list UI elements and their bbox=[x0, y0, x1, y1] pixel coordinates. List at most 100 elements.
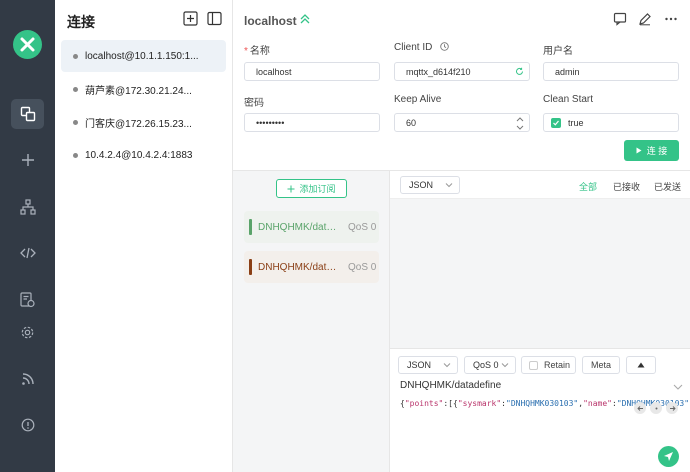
status-dot bbox=[73, 152, 78, 158]
new-connection-icon[interactable] bbox=[11, 145, 44, 175]
script-code-icon[interactable] bbox=[11, 238, 44, 268]
refresh-icon[interactable] bbox=[515, 67, 524, 78]
chevron-down-icon bbox=[501, 361, 509, 371]
retain-label: Retain bbox=[544, 360, 571, 370]
publish-topic-input[interactable]: DNHQHMK/datadefine bbox=[400, 380, 501, 391]
history-forward-icon[interactable] bbox=[666, 402, 678, 414]
subscription-topic: DNHQHMK/datadefine bbox=[258, 261, 340, 273]
payload-format-select[interactable]: JSON bbox=[398, 356, 458, 374]
connection-item[interactable]: 门客庆@172.26.15.23... bbox=[61, 106, 226, 138]
message-format-select[interactable]: JSON bbox=[400, 176, 460, 194]
subscriptions-pane: 添加订阅 DNHQHMK/datadefine QoS 0 DNHQHMK/da… bbox=[233, 170, 390, 472]
messages-toolbar: JSON 全部 已接收 已发送 bbox=[390, 171, 690, 199]
client-id-value: mqttx_d614f210 bbox=[406, 66, 471, 77]
app-logo-icon bbox=[13, 30, 42, 59]
filter-sent-tab[interactable]: 已发送 bbox=[654, 180, 681, 193]
chevron-down-icon bbox=[443, 361, 451, 371]
retain-checkbox[interactable] bbox=[529, 360, 538, 370]
status-dot bbox=[73, 86, 78, 92]
feed-icon[interactable] bbox=[11, 364, 44, 394]
filter-all-tab[interactable]: 全部 bbox=[579, 180, 597, 193]
connection-item[interactable]: localhost@10.1.1.150:1... bbox=[61, 40, 226, 72]
settings-gear-icon[interactable] bbox=[11, 317, 44, 347]
qos-value: QoS 0 bbox=[473, 360, 499, 370]
clean-start-label: Clean Start bbox=[543, 94, 594, 105]
send-icon bbox=[664, 452, 673, 461]
collapse-chevron-up-icon[interactable] bbox=[299, 13, 311, 28]
name-field-label: * 名称 bbox=[244, 46, 270, 57]
connections-list-panel: 连接 localhost@10.1.1.150:1... 葫芦素@172.30.… bbox=[55, 0, 233, 472]
add-subscription-label: 添加订阅 bbox=[299, 184, 336, 194]
qos-select[interactable]: QoS 0 bbox=[464, 356, 516, 374]
history-reset-icon[interactable] bbox=[650, 402, 662, 414]
messages-pane: JSON 全部 已接收 已发送 bbox=[390, 170, 690, 348]
keep-alive-input[interactable]: 60 bbox=[394, 113, 530, 132]
message-composer: JSON QoS 0 Retain Meta DNHQHMK/datadefin… bbox=[390, 348, 690, 472]
connection-item[interactable]: 10.4.2.4@10.4.2.4:1883 bbox=[61, 139, 226, 171]
info-clock-icon bbox=[440, 42, 449, 54]
status-dot bbox=[73, 119, 78, 125]
subscription-item[interactable]: DNHQHMK/datadefine QoS 0 bbox=[244, 211, 379, 243]
connection-label: 10.4.2.4@10.4.2.4:1883 bbox=[85, 149, 193, 161]
checkbox-checked-icon[interactable] bbox=[551, 117, 561, 128]
filter-received-tab[interactable]: 已接收 bbox=[613, 180, 640, 193]
connection-title: localhost bbox=[244, 14, 297, 28]
connection-label: localhost@10.1.1.150:1... bbox=[85, 50, 199, 62]
toggle-sidebar-icon[interactable] bbox=[207, 11, 223, 27]
message-format-value: JSON bbox=[409, 180, 434, 190]
connection-item[interactable]: 葫芦素@172.30.21.24... bbox=[61, 73, 226, 105]
connection-header: localhost bbox=[233, 0, 690, 38]
name-input[interactable]: localhost bbox=[244, 62, 380, 81]
topology-icon[interactable] bbox=[11, 192, 44, 222]
connection-label: 葫芦素@172.30.21.24... bbox=[85, 85, 192, 97]
username-label: 用户名 bbox=[543, 46, 573, 57]
password-label: 密码 bbox=[244, 98, 264, 109]
subscription-color-bar bbox=[249, 259, 252, 275]
icon-rail bbox=[0, 0, 55, 472]
main-panel: localhost * 名称 localhost Client ID mqttx_… bbox=[233, 0, 690, 472]
stepper-down-icon[interactable] bbox=[516, 123, 524, 133]
log-icon[interactable] bbox=[11, 285, 44, 315]
clean-start-field[interactable]: true bbox=[543, 113, 679, 132]
new-connection-plus-icon[interactable] bbox=[183, 11, 199, 27]
connect-button[interactable]: 连 接 bbox=[624, 140, 679, 161]
payload-punct: :[{ bbox=[443, 399, 458, 408]
password-input[interactable]: ••••••••• bbox=[244, 113, 380, 132]
meta-button[interactable]: Meta bbox=[582, 356, 620, 374]
keep-alive-label: Keep Alive bbox=[394, 94, 442, 105]
client-id-input[interactable]: mqttx_d614f210 bbox=[394, 62, 530, 81]
payload-key: "sysmark" bbox=[457, 399, 502, 408]
retain-toggle[interactable]: Retain bbox=[521, 356, 576, 374]
payload-key: "points" bbox=[404, 399, 444, 408]
chevron-down-icon bbox=[445, 181, 453, 191]
payload-format-value: JSON bbox=[407, 360, 432, 370]
connections-title: 连接 bbox=[67, 14, 95, 30]
edit-pencil-icon[interactable] bbox=[638, 12, 652, 29]
keep-alive-value: 60 bbox=[406, 117, 417, 128]
history-back-icon[interactable] bbox=[634, 402, 646, 414]
plus-icon bbox=[287, 185, 295, 192]
chat-bubble-icon[interactable] bbox=[613, 12, 627, 29]
payload-key: "name" bbox=[583, 399, 612, 408]
more-options-icon[interactable] bbox=[664, 12, 678, 29]
payload-string: "DNHQHMK030103" bbox=[506, 399, 579, 408]
subscription-item[interactable]: DNHQHMK/datadefine QoS 0 bbox=[244, 251, 379, 283]
subscription-qos: QoS 0 bbox=[348, 261, 377, 273]
expand-up-button[interactable] bbox=[626, 356, 656, 374]
subscription-topic: DNHQHMK/datadefine bbox=[258, 221, 340, 233]
username-input[interactable]: admin bbox=[543, 62, 679, 81]
triangle-up-icon bbox=[637, 362, 645, 368]
send-button[interactable] bbox=[658, 446, 679, 467]
clean-start-value: true bbox=[568, 117, 584, 128]
status-dot bbox=[73, 53, 78, 59]
client-id-label: Client ID bbox=[394, 42, 449, 54]
subscription-qos: QoS 0 bbox=[348, 221, 377, 233]
connections-icon[interactable] bbox=[11, 99, 44, 129]
topic-chevron-down-icon[interactable] bbox=[673, 383, 683, 394]
connect-label: 连 接 bbox=[646, 146, 668, 156]
add-subscription-button[interactable]: 添加订阅 bbox=[276, 179, 347, 198]
about-info-icon[interactable] bbox=[11, 410, 44, 440]
subscription-color-bar bbox=[249, 219, 252, 235]
connection-label: 门客庆@172.26.15.23... bbox=[85, 118, 192, 130]
play-icon bbox=[636, 147, 642, 154]
